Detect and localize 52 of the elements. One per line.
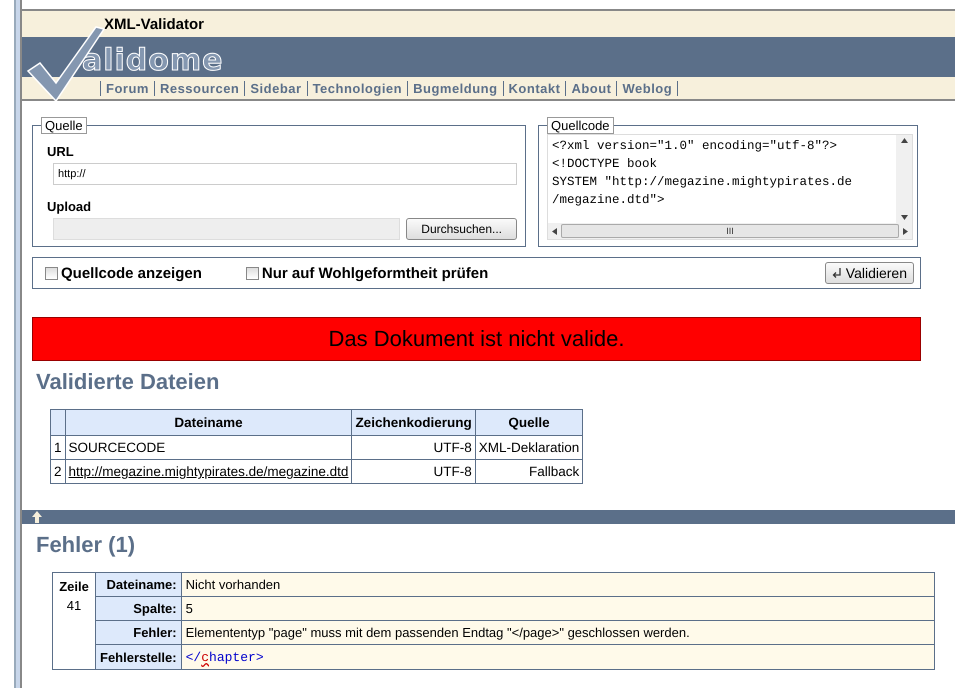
nav-link[interactable]: Bugmeldung [407,80,503,96]
nav-link[interactable]: About [565,80,616,96]
table-cell: UTF-8 [352,460,476,484]
table-cell: SOURCECODE [65,436,352,460]
panel-legend: Quellcode [547,117,614,134]
nav-link[interactable]: Forum [100,80,154,96]
sourcecode-textarea[interactable]: <?xml version="1.0" encoding="utf-8"?> <!DOCTYPE book SYSTEM "http://megazine.mightypirates.de /megazine.dtd"> [548,135,896,223]
table-cell: XML-Deklaration [475,436,583,460]
file-link[interactable]: http://megazine.mightypirates.de/megazine.dtd [68,464,348,479]
field-value: 5 [181,596,934,620]
logo-text: alidome [82,45,224,77]
validate-button[interactable]: Validieren [824,262,914,284]
field-value: Nicht vorhanden [181,572,934,596]
scroll-left-arrow-icon[interactable] [552,228,557,234]
column-header: Quelle [475,410,583,436]
url-input-field[interactable]: http:// [53,163,517,185]
return-arrow-icon [832,268,842,278]
scroll-up-arrow-icon[interactable] [900,138,908,143]
option-checkbox[interactable]: Nur auf Wohlgeformtheit prüfen [246,264,488,282]
scroll-down-arrow-icon[interactable] [900,215,908,220]
nav-link[interactable]: Ressourcen [154,80,244,96]
table-cell: 1 [50,436,66,460]
result-banner: Das Dokument ist nicht valide. [32,317,921,361]
line-cell: Zeile 41 [52,572,96,670]
option-checkbox[interactable]: Quellcode anzeigen [45,264,202,282]
column-header: Dateiname [65,410,352,436]
column-header: Zeichenkodierung [352,410,476,436]
table-cell: UTF-8 [352,436,476,460]
error-code-snippet: </chapter> [181,644,934,670]
page-title: XML-Validator [104,16,204,32]
field-label: Dateiname: [96,572,182,596]
browse-button[interactable]: Durchsuchen... [406,218,517,240]
horizontal-scrollbar[interactable]: III [548,223,912,239]
up-arrow-icon[interactable] [32,511,42,523]
nav-link[interactable]: Technologien [306,80,408,96]
nav-link[interactable]: Kontakt [502,80,566,96]
field-label: Fehler: [96,620,182,644]
field-label: Fehlerstelle: [96,644,182,670]
panel-legend: Quelle [41,117,87,134]
nav-link[interactable]: Sidebar [244,80,307,96]
vertical-scrollbar[interactable] [896,135,912,223]
table-cell: 2 [50,460,66,484]
nav-link[interactable]: Weblog [616,80,678,96]
field-value: Elemententyp "page" muss mit dem passenden Endtag "</page>" geschlossen werden. [181,620,934,644]
url-label: URL [47,144,75,159]
scroll-right-arrow-icon[interactable] [903,228,908,234]
section-heading: Fehler (1) [36,532,136,558]
upload-label: Upload [47,199,92,214]
table-cell: Fallback [475,460,583,484]
field-label: Spalte: [96,596,182,620]
upload-file-field[interactable] [53,218,400,240]
section-heading: Validierte Dateien [36,369,220,395]
